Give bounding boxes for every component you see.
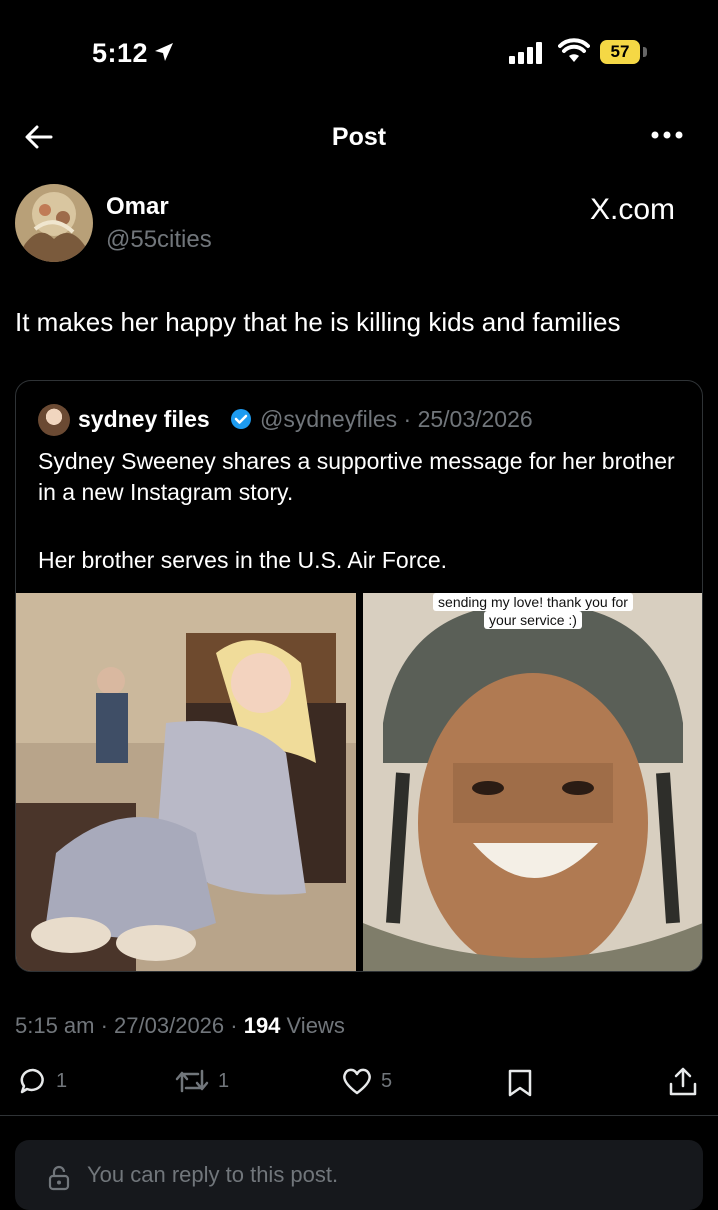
author-avatar[interactable] <box>15 184 93 262</box>
image-caption: sending my love! thank you for your serv… <box>403 593 663 629</box>
post-meta: 5:15 am · 27/03/2026 · 194 Views <box>15 1013 345 1039</box>
cellular-signal-icon <box>509 42 542 64</box>
bookmark-icon[interactable] <box>507 1068 533 1098</box>
quoted-post-text: Sydney Sweeney shares a supportive messa… <box>38 448 675 505</box>
x-com-label: X.com <box>590 193 676 226</box>
reply-button[interactable]: 1 <box>18 1066 67 1096</box>
post-text: It makes her happy that he is killing ki… <box>15 307 621 337</box>
lock-icon <box>48 1165 70 1191</box>
divider <box>0 1115 718 1116</box>
share-icon[interactable] <box>668 1066 698 1098</box>
verified-badge-icon <box>231 409 251 429</box>
quoted-post-text-second: Her brother serves in the U.S. Air Force… <box>38 547 448 573</box>
image-caption-line1: sending my love! thank you for <box>433 593 633 611</box>
wifi-icon <box>558 38 590 62</box>
reply-placeholder[interactable]: You can reply to this post. <box>87 1162 338 1188</box>
battery-indicator: 57 <box>600 40 640 64</box>
quoted-post-card[interactable]: sydney files @sydneyfiles · 25/03/2026 S… <box>15 380 703 972</box>
author-name[interactable]: Omar <box>106 193 169 221</box>
quoted-image-right[interactable]: sending my love! thank you for your serv… <box>363 593 702 971</box>
views-label: Views <box>280 1013 345 1038</box>
reply-count: 1 <box>56 1069 68 1092</box>
quoted-image-left[interactable] <box>16 593 356 971</box>
page-title: Post <box>331 123 387 151</box>
repost-button[interactable]: 1 <box>174 1066 229 1096</box>
image-caption-line2: your service :) <box>484 611 582 629</box>
repost-count: 1 <box>218 1069 230 1092</box>
battery-cap <box>643 47 647 57</box>
views-count: 194 <box>243 1013 281 1038</box>
location-arrow-icon <box>155 43 173 61</box>
heart-icon <box>343 1068 371 1095</box>
quoted-handle-date: @sydneyfiles · 25/03/2026 <box>260 406 533 432</box>
quoted-author-avatar[interactable] <box>38 404 70 436</box>
more-options-icon[interactable] <box>650 130 684 140</box>
author-handle[interactable]: @55cities <box>106 226 212 254</box>
like-button[interactable]: 5 <box>341 1066 392 1096</box>
status-time: 5:12 <box>92 38 149 68</box>
reply-icon <box>20 1068 44 1094</box>
quoted-author-name[interactable]: sydney files <box>78 406 210 433</box>
post-timestamp: 5:15 am · 27/03/2026 · <box>15 1013 244 1038</box>
repost-icon <box>175 1069 209 1093</box>
like-count: 5 <box>381 1069 393 1092</box>
